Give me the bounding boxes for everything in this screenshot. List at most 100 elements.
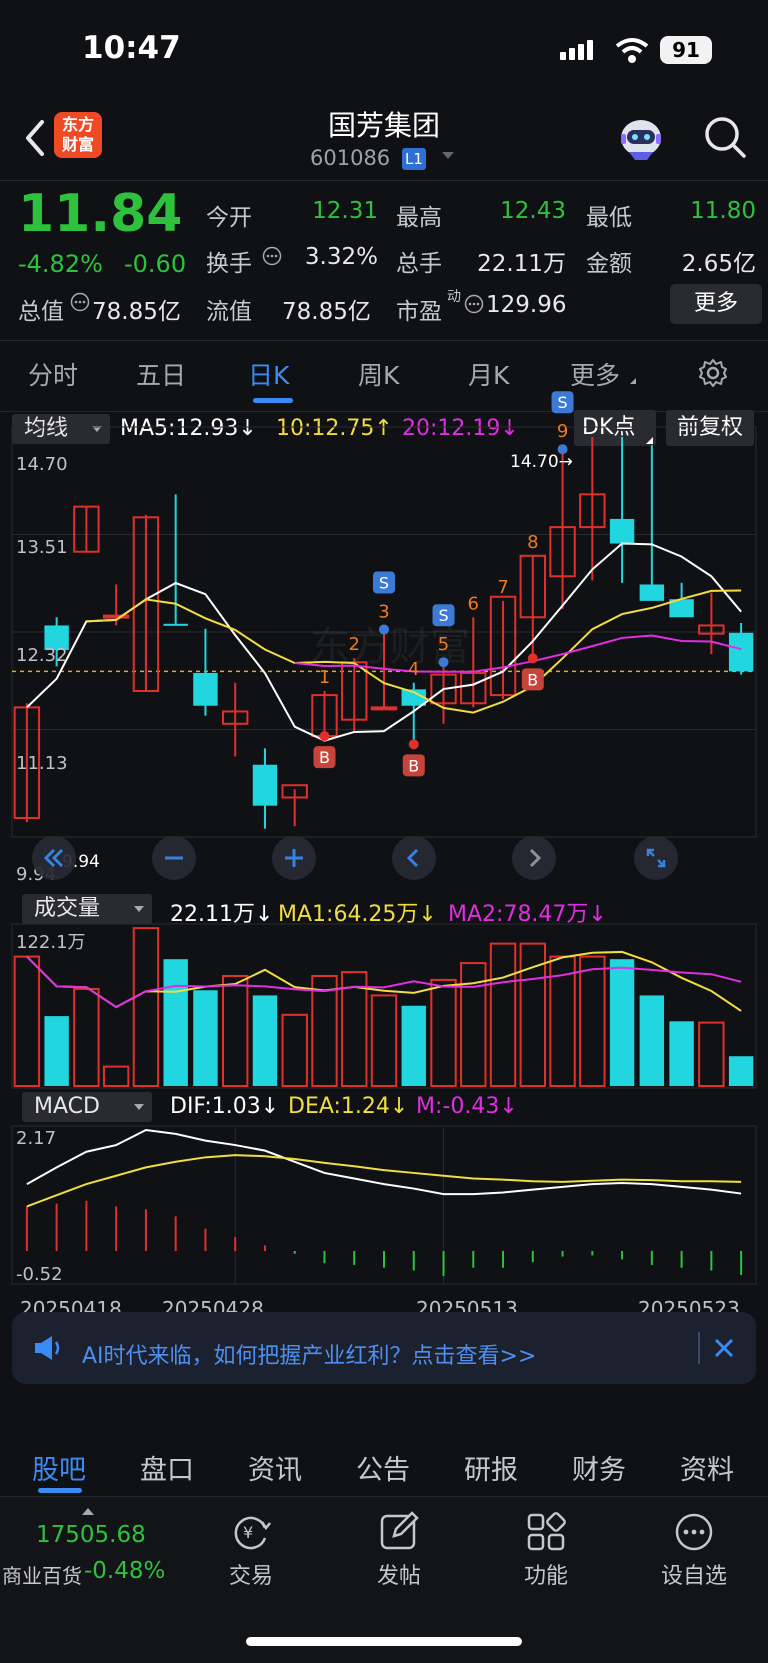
volume-bar-up — [102, 1065, 130, 1088]
volume-ma1-readout: MA1:64.25万↓ — [278, 902, 437, 927]
megaphone-icon — [32, 1334, 64, 1366]
volume-bar-up — [221, 975, 249, 1087]
expand-icon — [646, 848, 666, 868]
kline-chart[interactable]: 东方财富 123456789BSBSBS — [0, 0, 768, 1320]
volume-bar-up — [489, 942, 517, 1087]
td-number: 9 — [557, 421, 568, 442]
td-number: 6 — [468, 593, 479, 614]
price-axis-label: 12.32 — [16, 645, 68, 666]
marker-label: S — [438, 606, 448, 625]
sector-index-name[interactable]: 商业百货 — [2, 1560, 82, 1589]
chevron-right-icon — [529, 848, 542, 868]
tab-profile[interactable]: 资料 — [680, 1448, 734, 1487]
td-number: 7 — [497, 577, 508, 598]
volume-readout: 22.11万↓ — [170, 902, 274, 927]
volume-bar-up — [430, 978, 457, 1088]
macd-readout: M:-0.43↓ — [416, 1094, 518, 1119]
td-number: 3 — [378, 601, 389, 622]
home-indicator — [246, 1637, 522, 1646]
candle-body-down — [163, 623, 188, 626]
chevron-down-icon — [134, 1104, 144, 1110]
price-axis-max: 14.70 — [16, 454, 68, 475]
volume-bar-up — [13, 955, 41, 1088]
volume-bar-up — [73, 987, 100, 1088]
volume-bar-up — [370, 994, 398, 1088]
volume-bar-up — [311, 975, 338, 1087]
volume-bar-down — [252, 995, 278, 1086]
svg-text:¥: ¥ — [243, 1523, 253, 1542]
td-number: 8 — [527, 532, 538, 553]
volume-selector[interactable]: 成交量 — [22, 894, 152, 924]
volume-bar-down — [728, 1056, 754, 1086]
macd-axis-min: -0.52 — [16, 1264, 63, 1285]
high-marker: 14.70→ — [510, 452, 573, 472]
dif-line — [26, 1128, 742, 1196]
add-watchlist-icon[interactable] — [672, 1510, 716, 1558]
marker-dot — [438, 657, 449, 668]
tab-announcements[interactable]: 公告 — [356, 1448, 410, 1487]
post-edit-icon[interactable] — [378, 1510, 422, 1558]
volume-bars — [13, 927, 754, 1088]
nav-functions[interactable]: 功能 — [496, 1558, 596, 1590]
banner-text[interactable]: AI时代来临，如何把握产业红利？点击查看>> — [82, 1338, 536, 1370]
tab-research[interactable]: 研报 — [464, 1448, 518, 1487]
marker-dot — [379, 624, 389, 635]
tab-orderbook[interactable]: 盘口 — [140, 1448, 194, 1487]
dea-line — [26, 1154, 742, 1208]
double-chevron-left-icon — [43, 848, 64, 868]
volume-bar-up — [132, 927, 160, 1087]
scroll-left-button[interactable] — [392, 836, 436, 880]
plus-icon — [285, 849, 303, 867]
close-icon[interactable] — [712, 1336, 736, 1364]
dea-readout: DEA:1.24↓ — [288, 1094, 409, 1119]
macd-lines — [26, 1128, 742, 1208]
marker-dot — [408, 739, 419, 750]
nav-add-watchlist[interactable]: 设自选 — [644, 1558, 744, 1590]
candle-body-down — [609, 518, 635, 544]
candle-body-up — [370, 706, 398, 711]
volume-bar-up — [698, 1021, 725, 1087]
chevron-down-icon — [134, 906, 144, 912]
volume-bar-down — [44, 1016, 69, 1086]
candle-body-down — [252, 764, 278, 806]
marker-label: S — [557, 393, 567, 412]
fullscreen-button[interactable] — [634, 836, 678, 880]
caret-up-icon — [82, 1508, 94, 1515]
zoom-in-button[interactable] — [272, 836, 316, 880]
td-number: 1 — [319, 667, 330, 688]
tab-financials[interactable]: 财务 — [572, 1448, 626, 1487]
volume-bar-down — [193, 990, 218, 1086]
dif-readout: DIF:1.03↓ — [170, 1094, 280, 1119]
td-number: 5 — [438, 634, 449, 655]
marker-label: B — [408, 756, 419, 775]
banner-divider — [698, 1332, 700, 1364]
zoom-out-button[interactable] — [152, 836, 196, 880]
marker-dot — [319, 731, 330, 742]
tab-forum[interactable]: 股吧 — [32, 1448, 86, 1487]
volume-bar-down — [669, 1021, 694, 1086]
volume-axis-max: 122.1万 — [16, 932, 86, 953]
price-axis-label: 13.51 — [16, 537, 68, 558]
nav-trade[interactable]: 交易 — [201, 1558, 301, 1590]
td-number: 2 — [349, 634, 360, 655]
volume-bar-down — [163, 959, 188, 1086]
candle-body-down — [639, 584, 665, 601]
price-axis-label: 11.13 — [16, 753, 68, 774]
macd-axis-max: 2.17 — [16, 1128, 57, 1149]
trade-yuan-icon[interactable]: ¥ — [229, 1510, 273, 1558]
nav-post[interactable]: 发帖 — [349, 1558, 449, 1590]
candle-body-up — [102, 614, 130, 619]
macd-bars — [25, 1200, 743, 1277]
sector-index-value[interactable]: 17505.68 — [36, 1522, 146, 1548]
scroll-right-button[interactable] — [512, 836, 556, 880]
volume-bar-up — [341, 971, 368, 1087]
marker-label: B — [527, 670, 538, 689]
volume-bar-down — [639, 995, 665, 1086]
sector-index-change[interactable]: -0.48% — [84, 1558, 165, 1584]
volume-ma2-readout: MA2:78.47万↓ — [448, 902, 607, 927]
functions-grid-icon[interactable] — [524, 1510, 568, 1558]
tab-news[interactable]: 资讯 — [248, 1448, 302, 1487]
volume-bar-down — [401, 1005, 426, 1086]
macd-selector[interactable]: MACD — [22, 1092, 152, 1122]
rewind-button[interactable] — [32, 836, 76, 880]
